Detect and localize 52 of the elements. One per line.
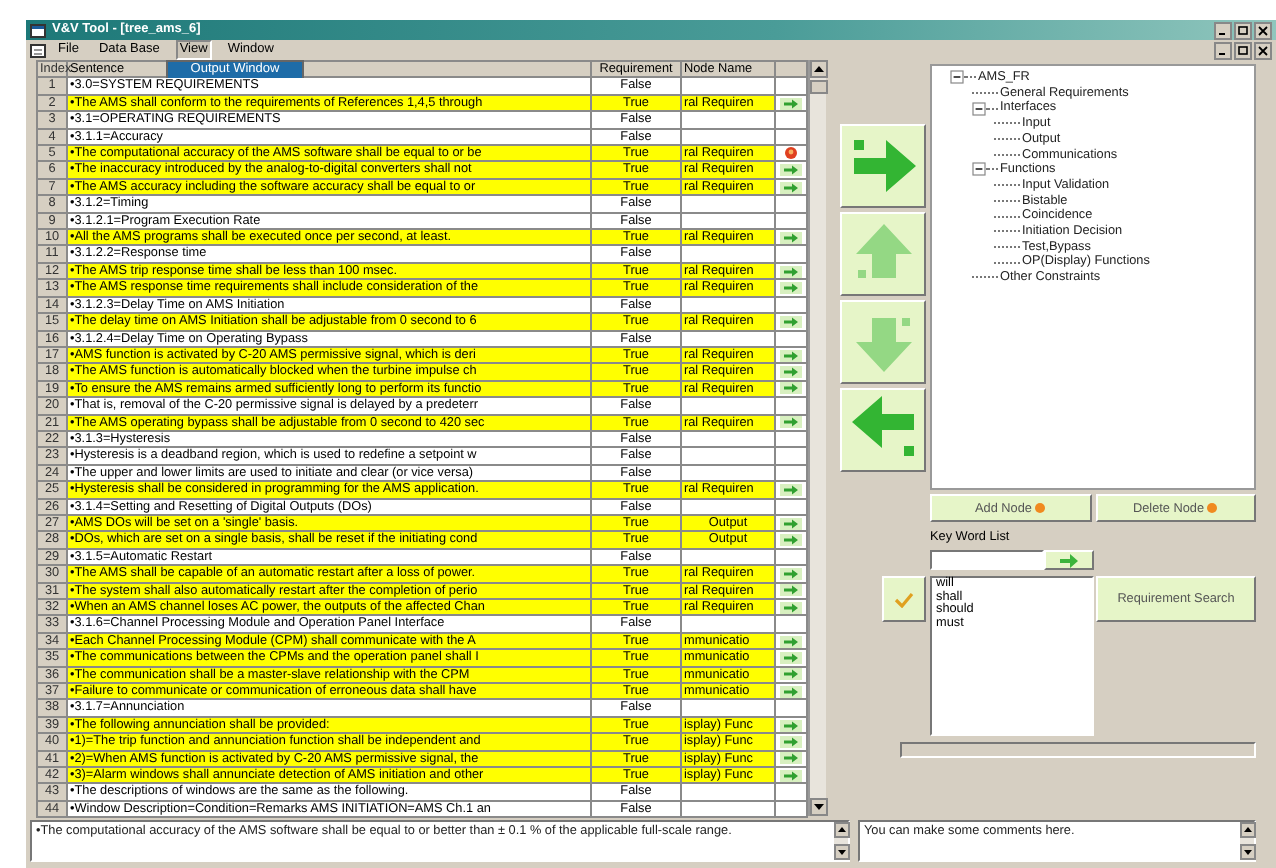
minimize-button[interactable] <box>1214 21 1232 39</box>
move-left-button[interactable] <box>840 388 926 472</box>
scroll-up-icon[interactable] <box>809 60 827 78</box>
arrow-icon[interactable] <box>780 315 802 328</box>
arrow-icon[interactable] <box>780 719 802 732</box>
arrow-icon[interactable] <box>780 668 802 681</box>
close-button[interactable] <box>1254 41 1272 59</box>
arrow-icon[interactable] <box>780 281 802 294</box>
collapse-icon[interactable] <box>950 70 964 85</box>
arrow-icon[interactable] <box>780 349 802 362</box>
arrow-icon[interactable] <box>780 651 802 664</box>
dot-icon <box>1206 502 1219 514</box>
arrow-icon[interactable] <box>780 181 802 194</box>
arrow-icon[interactable] <box>780 735 802 748</box>
arrow-icon[interactable] <box>780 685 802 698</box>
close-button[interactable] <box>1254 21 1272 39</box>
check-button[interactable] <box>882 576 926 622</box>
scrollbar[interactable] <box>808 60 826 816</box>
minimize-button[interactable] <box>1214 41 1232 59</box>
arrow-icon[interactable] <box>780 752 802 765</box>
arrow-icon[interactable] <box>780 231 802 244</box>
arrow-icon[interactable] <box>780 584 802 597</box>
scroll-down-icon[interactable] <box>1239 844 1255 860</box>
arrow-icon[interactable] <box>780 382 802 395</box>
checkmark-icon <box>894 591 914 607</box>
alert-icon[interactable] <box>784 146 798 161</box>
keyword-field[interactable] <box>930 550 1044 570</box>
arrow-icon[interactable] <box>780 416 802 429</box>
arrow-icon[interactable] <box>780 483 802 496</box>
collapse-icon[interactable] <box>972 162 986 177</box>
scroll-down-icon[interactable] <box>833 844 849 860</box>
move-right-button[interactable] <box>840 124 926 208</box>
collapse-icon[interactable] <box>972 101 986 116</box>
arrow-icon[interactable] <box>780 635 802 648</box>
scroll-down-icon[interactable] <box>809 798 827 816</box>
arrow-icon[interactable] <box>780 567 802 580</box>
scroll-up-icon[interactable] <box>833 822 849 838</box>
arrow-icon[interactable] <box>780 265 802 278</box>
arrow-icon[interactable] <box>780 601 802 614</box>
arrow-icon <box>1060 553 1078 567</box>
app-icon <box>30 23 46 37</box>
add-keyword-button[interactable] <box>1044 550 1094 570</box>
arrow-icon[interactable] <box>780 366 802 379</box>
arrow-icon[interactable] <box>780 164 802 177</box>
arrow-icon[interactable] <box>780 769 802 782</box>
arrow-icon[interactable] <box>780 517 802 530</box>
document-icon[interactable] <box>30 43 46 57</box>
scroll-up-icon[interactable] <box>1239 822 1255 838</box>
scroll-thumb[interactable] <box>809 80 827 94</box>
dot-icon <box>1033 502 1046 514</box>
arrow-icon[interactable] <box>780 97 802 110</box>
arrow-icon[interactable] <box>780 534 802 547</box>
